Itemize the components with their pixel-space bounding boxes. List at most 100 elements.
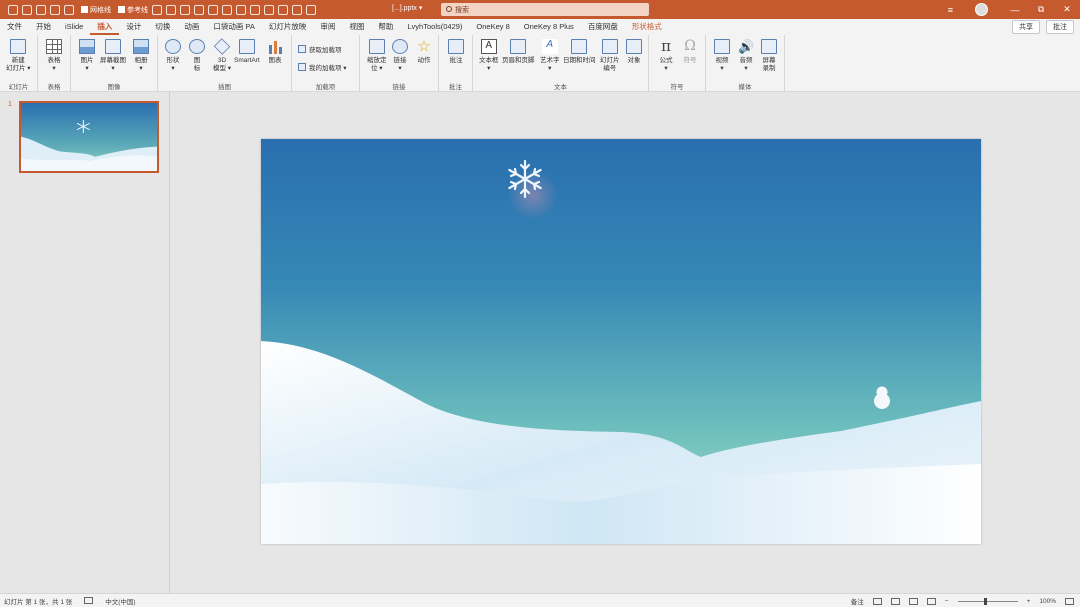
group-symbols: π 公式 ▾ Ω 符号 符号 — [649, 35, 706, 92]
close-button[interactable]: ✕ — [1054, 4, 1080, 15]
tab-onekey8-plus[interactable]: OneKey 8 Plus — [517, 19, 581, 35]
tab-baidu-netdisk[interactable]: 百度网盘 — [581, 19, 625, 35]
tab-help[interactable]: 帮助 — [371, 19, 400, 35]
shapes-button[interactable]: 形状 ▾ — [165, 39, 181, 73]
datetime-button[interactable]: 日期和时间 — [563, 39, 596, 65]
link-button[interactable]: 链接 ▾ — [392, 39, 408, 73]
reading-view-icon[interactable] — [908, 597, 918, 605]
header-footer-icon — [510, 39, 527, 54]
zoom-slider-thumb[interactable] — [983, 597, 987, 605]
tab-insert[interactable]: 插入 — [90, 19, 120, 35]
guides-toggle[interactable]: 参考线 — [118, 5, 148, 15]
align-bottom-icon[interactable] — [222, 4, 232, 15]
slide-number-button[interactable]: 幻灯片 编号 — [600, 39, 620, 73]
document-title[interactable]: [...].pptx ▾ — [392, 4, 422, 12]
chart-button[interactable]: 图表 — [267, 39, 283, 65]
minimize-button[interactable]: — — [1002, 5, 1028, 15]
redo-icon[interactable] — [50, 4, 60, 15]
object-icon — [626, 39, 642, 54]
group-icon[interactable] — [250, 4, 260, 15]
album-button[interactable]: 相册 ▾ — [133, 39, 149, 73]
datetime-label: 日期和时间 — [563, 57, 596, 64]
search-placeholder: 搜索 — [455, 6, 469, 14]
group-label-tables: 表格 — [47, 84, 61, 91]
tab-onekey8[interactable]: OneKey 8 — [469, 19, 516, 35]
tab-shape-format[interactable]: 形状格式 — [625, 19, 669, 35]
object-button[interactable]: 对象 — [626, 39, 642, 65]
group-images: 图片 ▾ 屏幕截图 ▾ 相册 ▾ 图像 — [71, 35, 158, 92]
audio-button[interactable]: 🔊 音频 ▾ — [738, 39, 754, 73]
action-button[interactable]: ☆ 动作 — [416, 39, 432, 65]
autosave-icon[interactable] — [22, 4, 32, 15]
slide-thumbnail[interactable] — [19, 101, 159, 173]
distribute-icon[interactable] — [236, 4, 246, 15]
zoom-slider[interactable] — [957, 597, 1018, 605]
zoom-button[interactable]: 缩放定 位 ▾ — [367, 39, 387, 73]
wordart-button[interactable]: A 艺术字 ▾ — [540, 39, 560, 73]
group-text: A 文本框 ▾ 页眉和页脚 A 艺术字 ▾ 日期和时间 幻灯片 编号 对象 文本 — [473, 35, 649, 92]
thumbnail-scene — [21, 103, 157, 171]
tab-file[interactable]: 文件 — [0, 19, 29, 35]
tab-view[interactable]: 视图 — [342, 19, 371, 35]
zoom-in-button[interactable]: + — [1027, 598, 1031, 605]
my-addins-icon — [298, 63, 306, 71]
accessibility-icon[interactable] — [84, 597, 94, 604]
align-middle-icon[interactable] — [208, 4, 218, 15]
share-button[interactable]: 共享 — [1012, 20, 1040, 34]
record-icon[interactable] — [292, 4, 302, 15]
fill-icon[interactable] — [278, 4, 288, 15]
my-addins-button[interactable]: 我的加载项 ▾ — [298, 62, 347, 72]
group-slides: 新建 幻灯片 ▾ 幻灯片 — [0, 35, 38, 92]
align-left-icon[interactable] — [152, 4, 162, 15]
notes-button[interactable]: 备注 — [851, 596, 864, 606]
tab-transitions[interactable]: 切换 — [148, 19, 177, 35]
search-input[interactable]: 搜索 — [441, 3, 649, 16]
avatar[interactable] — [975, 3, 988, 16]
normal-view-icon[interactable] — [872, 597, 882, 605]
tab-design[interactable]: 设计 — [119, 19, 148, 35]
symbol-button[interactable]: Ω 符号 — [682, 39, 698, 65]
restore-button[interactable]: ⧉ — [1028, 4, 1054, 15]
picture-button[interactable]: 图片 ▾ — [79, 39, 95, 73]
icons-button[interactable]: 图 标 — [189, 39, 205, 73]
header-footer-button[interactable]: 页眉和页脚 — [502, 39, 535, 65]
language-status[interactable]: 中文(中国) — [105, 596, 135, 606]
screen-recording-button[interactable]: 屏幕 录制 — [761, 39, 777, 73]
fit-to-window-icon[interactable] — [1065, 597, 1074, 605]
align-right-icon[interactable] — [180, 4, 190, 15]
zoom-level[interactable]: 100% — [1039, 598, 1056, 605]
save-icon[interactable] — [8, 4, 18, 15]
format-painter-icon[interactable] — [64, 4, 74, 15]
comments-button[interactable]: 批注 — [1046, 20, 1074, 34]
align-center-icon[interactable] — [166, 4, 176, 15]
comment-button[interactable]: 批注 — [448, 39, 464, 65]
tab-home[interactable]: 开始 — [29, 19, 58, 35]
tab-slideshow[interactable]: 幻灯片放映 — [262, 19, 314, 35]
ribbon-display-options-icon[interactable]: ≡ — [948, 5, 953, 15]
tab-islide[interactable]: iSlide — [58, 19, 90, 35]
winter-scene — [261, 139, 981, 544]
zoom-out-button[interactable]: − — [945, 598, 949, 605]
slideshow-icon[interactable] — [926, 597, 936, 605]
get-addins-button[interactable]: 获取加载项 — [298, 44, 342, 54]
tab-animations[interactable]: 动画 — [177, 19, 206, 35]
video-button[interactable]: 视频 ▾ — [714, 39, 730, 73]
slide-canvas[interactable] — [261, 139, 981, 544]
new-slide-button[interactable]: 新建 幻灯片 ▾ — [6, 39, 31, 73]
align-top-icon[interactable] — [194, 4, 204, 15]
tab-pocket-animation[interactable]: 口袋动画 PA — [206, 19, 262, 35]
more-icon[interactable] — [306, 4, 316, 15]
undo-icon[interactable] — [36, 4, 46, 15]
screenshot-button[interactable]: 屏幕截图 ▾ — [100, 39, 126, 73]
3d-models-button[interactable]: 3D 模型 ▾ — [213, 38, 231, 73]
textbox-button[interactable]: A 文本框 ▾ — [479, 39, 499, 73]
gridlines-toggle[interactable]: 网格线 — [81, 5, 111, 15]
equation-button[interactable]: π 公式 ▾ — [658, 39, 674, 73]
get-addins-label: 获取加载项 — [309, 47, 342, 54]
merge-shapes-icon[interactable] — [264, 4, 274, 15]
tab-lvyhtools[interactable]: LvyhTools(0429) — [400, 19, 469, 35]
table-button[interactable]: 表格 ▾ — [46, 39, 62, 73]
slide-sorter-icon[interactable] — [890, 597, 900, 605]
smartart-button[interactable]: SmartArt — [234, 39, 260, 65]
tab-review[interactable]: 审阅 — [313, 19, 342, 35]
